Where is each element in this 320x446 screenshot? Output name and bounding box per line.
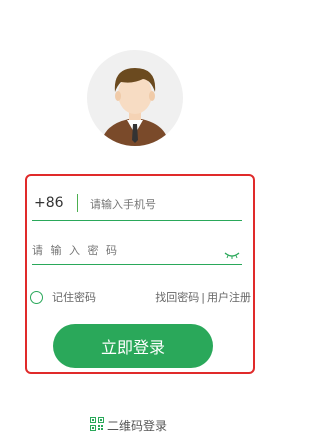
forgot-password-link[interactable]: 找回密码 xyxy=(155,291,199,304)
link-separator: | xyxy=(201,291,205,304)
login-form: +86 记住密码 找回密码|用户注册 立即登录 xyxy=(25,174,255,374)
qr-login-label: 二维码登录 xyxy=(107,419,168,433)
user-avatar-icon xyxy=(101,68,169,146)
qr-code-icon xyxy=(90,416,104,435)
remember-password-label: 记住密码 xyxy=(52,291,96,304)
qr-login-link[interactable]: 二维码登录 xyxy=(90,416,167,435)
phone-field-row: +86 xyxy=(32,192,242,221)
eye-closed-icon[interactable] xyxy=(224,244,240,263)
radio-unchecked-icon[interactable] xyxy=(30,290,43,304)
country-code[interactable]: +86 xyxy=(34,195,64,211)
remember-password-toggle[interactable]: 记住密码 xyxy=(30,289,96,305)
password-field-row xyxy=(32,238,242,265)
register-link[interactable]: 用户注册 xyxy=(207,291,251,304)
field-divider xyxy=(77,194,78,212)
account-links: 找回密码 | 用户注册 xyxy=(155,289,251,305)
login-button[interactable]: 立即登录 xyxy=(53,324,213,368)
phone-input[interactable] xyxy=(90,193,240,215)
avatar xyxy=(87,50,183,146)
password-input[interactable] xyxy=(32,239,202,261)
